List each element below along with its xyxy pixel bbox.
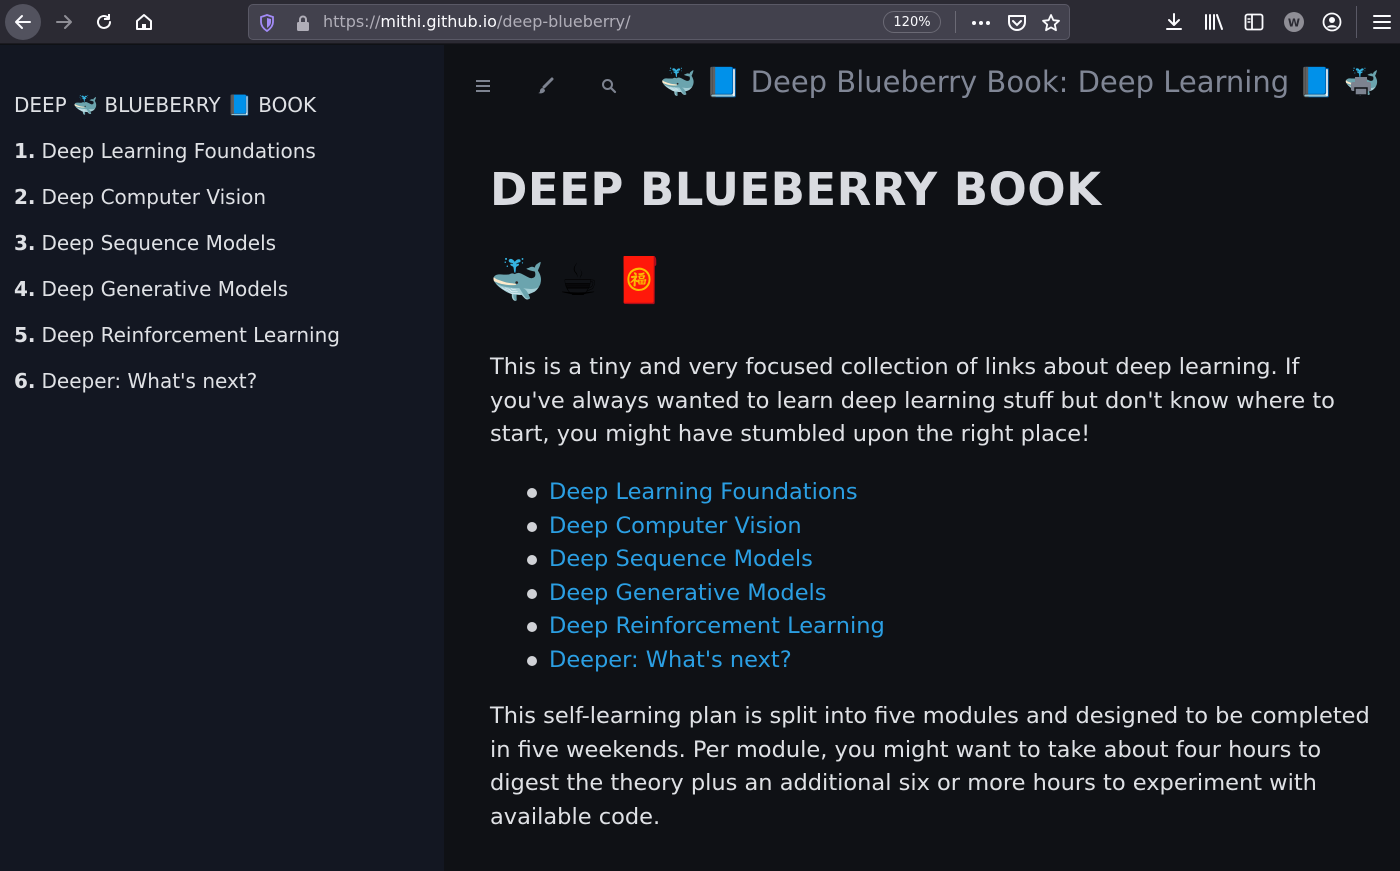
- link-deep-learning-foundations[interactable]: Deep Learning Foundations: [549, 479, 858, 505]
- pocket-icon[interactable]: [1004, 10, 1030, 36]
- sidebar-item-label: Deep Computer Vision: [41, 185, 267, 209]
- back-icon: [15, 15, 31, 29]
- link-deep-computer-vision[interactable]: Deep Computer Vision: [549, 513, 802, 539]
- sidebar-chapter-list: 1. Deep Learning Foundations 2. Deep Compu…: [14, 138, 340, 414]
- address-bar[interactable]: https://mithi.github.io/deep-blueberry/ …: [248, 4, 1070, 40]
- chapter-number: 5.: [14, 323, 36, 347]
- sidebar-item-deep-learning-foundations[interactable]: 1. Deep Learning Foundations: [14, 138, 340, 184]
- zoom-level-button[interactable]: 120%: [883, 11, 941, 33]
- extension-badge: W: [1288, 17, 1300, 30]
- sidebar-item-label: Deep Learning Foundations: [41, 139, 316, 163]
- book-title: 🐳 📘 Deep Blueberry Book: Deep Learning 📘…: [660, 65, 1380, 99]
- chapter-number: 6.: [14, 369, 36, 393]
- sidebar-item-deep-computer-vision[interactable]: 2. Deep Computer Vision: [14, 184, 340, 230]
- sidebar-item-label: Deep Generative Models: [41, 277, 289, 301]
- sidebar: DEEP 🐳 BLUEBERRY 📘 BOOK 1. Deep Learning …: [0, 45, 444, 871]
- sidebar-item-label: Deeper: What's next?: [41, 369, 258, 393]
- account-icon[interactable]: [1314, 4, 1350, 40]
- chapter-number: 3.: [14, 231, 36, 255]
- extension-icon[interactable]: W: [1276, 4, 1312, 40]
- more-icon[interactable]: [968, 10, 994, 36]
- url-divider: [955, 11, 956, 33]
- star-icon[interactable]: [1038, 10, 1064, 36]
- sidebar-title[interactable]: DEEP 🐳 BLUEBERRY 📘 BOOK: [14, 93, 316, 117]
- forward-icon: [56, 15, 72, 29]
- reload-icon: [97, 14, 111, 29]
- list-item: Deep Reinforcement Learning: [527, 610, 885, 644]
- url-path: /deep-blueberry/: [496, 12, 631, 31]
- shield-icon[interactable]: [257, 13, 277, 33]
- chapter-links-list: Deep Learning Foundations Deep Computer …: [527, 476, 885, 678]
- link-deeper-whats-next[interactable]: Deeper: What's next?: [549, 647, 792, 673]
- list-item: Deep Sequence Models: [527, 543, 885, 577]
- url-text[interactable]: https://mithi.github.io/deep-blueberry/: [323, 12, 630, 31]
- url-host: mithi.github.io: [380, 12, 497, 31]
- library-icon[interactable]: [1196, 4, 1232, 40]
- print-icon[interactable]: [1346, 73, 1376, 99]
- chapter-number: 2.: [14, 185, 36, 209]
- sidebar-item-deep-sequence-models[interactable]: 3. Deep Sequence Models: [14, 230, 340, 276]
- paintbrush-icon[interactable]: [530, 73, 560, 99]
- plan-paragraph: This self-learning plan is split into fi…: [490, 703, 1370, 830]
- main-content: 🐳 📘 Deep Blueberry Book: Deep Learning 📘…: [444, 45, 1400, 871]
- chapter-number: 1.: [14, 139, 36, 163]
- list-item: Deep Computer Vision: [527, 510, 885, 544]
- list-item: Deeper: What's next?: [527, 644, 885, 678]
- lock-icon[interactable]: [293, 13, 313, 33]
- home-button[interactable]: [126, 4, 162, 40]
- browser-toolbar: https://mithi.github.io/deep-blueberry/ …: [0, 0, 1400, 44]
- link-deep-reinforcement-learning[interactable]: Deep Reinforcement Learning: [549, 613, 885, 639]
- emoji-row: 🐳 ☕ 🧧: [490, 255, 667, 306]
- sidebar-item-deep-generative-models[interactable]: 4. Deep Generative Models: [14, 276, 340, 322]
- search-icon[interactable]: [594, 73, 624, 99]
- link-deep-sequence-models[interactable]: Deep Sequence Models: [549, 546, 813, 572]
- reload-button[interactable]: [86, 4, 122, 40]
- reader-icon[interactable]: [1236, 4, 1272, 40]
- chapter-number: 4.: [14, 277, 36, 301]
- link-deep-generative-models[interactable]: Deep Generative Models: [549, 580, 827, 606]
- list-item: Deep Generative Models: [527, 577, 885, 611]
- book-menubar: 🐳 📘 Deep Blueberry Book: Deep Learning 📘…: [444, 45, 1400, 127]
- home-icon: [136, 14, 152, 30]
- intro-paragraph: This is a tiny and very focused collecti…: [490, 354, 1335, 447]
- forward-button[interactable]: [46, 4, 82, 40]
- toolbar-divider: [1356, 6, 1357, 38]
- page-title: DEEP BLUEBERRY BOOK: [490, 163, 1102, 216]
- sidebar-item-label: Deep Sequence Models: [41, 231, 277, 255]
- list-item: Deep Learning Foundations: [527, 476, 885, 510]
- download-icon[interactable]: [1156, 4, 1192, 40]
- sidebar-item-deep-reinforcement-learning[interactable]: 5. Deep Reinforcement Learning: [14, 322, 340, 368]
- sidebar-item-label: Deep Reinforcement Learning: [41, 323, 340, 347]
- back-button[interactable]: [5, 4, 41, 40]
- menu-icon[interactable]: [1364, 4, 1400, 40]
- sidebar-item-deeper-whats-next[interactable]: 6. Deeper: What's next?: [14, 368, 340, 414]
- url-scheme: https://: [323, 12, 381, 31]
- hamburger-icon[interactable]: [468, 73, 498, 99]
